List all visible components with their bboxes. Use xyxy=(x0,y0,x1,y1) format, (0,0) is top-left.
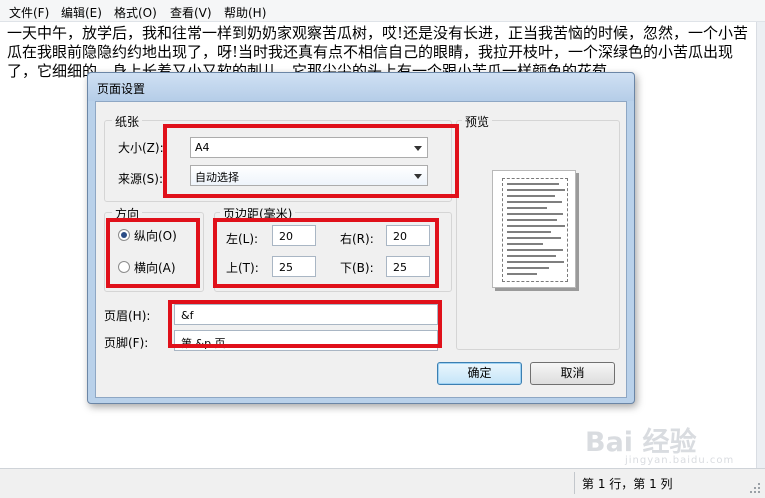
vertical-scrollbar[interactable] xyxy=(756,22,765,468)
resize-grip-icon[interactable] xyxy=(750,483,762,495)
header-footer-highlight-box xyxy=(168,300,442,348)
cursor-position: 第 1 行，第 1 列 xyxy=(582,477,673,491)
header-label: 页眉(H): xyxy=(104,309,151,323)
menu-view[interactable]: 查看(V) xyxy=(170,4,212,21)
menu-file[interactable]: 文件(F) xyxy=(9,4,49,21)
cancel-button[interactable]: 取消 xyxy=(530,362,615,385)
menu-help[interactable]: 帮助(H) xyxy=(224,4,266,21)
paper-source-label: 来源(S): xyxy=(118,172,164,186)
paper-legend: 纸张 xyxy=(112,113,143,130)
watermark-logo: Bai 经验 jingyan.baidu.com xyxy=(585,420,734,466)
footer-label: 页脚(F): xyxy=(104,336,149,350)
dialog-titlebar[interactable]: 页面设置 xyxy=(88,73,634,101)
margins-highlight-box xyxy=(213,218,439,288)
ok-button[interactable]: 确定 xyxy=(437,362,522,385)
status-divider xyxy=(574,472,575,494)
orientation-highlight-box xyxy=(106,218,200,288)
paper-size-label: 大小(Z): xyxy=(118,141,164,155)
menu-bar: 文件(F) 编辑(E) 格式(O) 查看(V) 帮助(H) xyxy=(0,0,765,22)
watermark-subtext: jingyan.baidu.com xyxy=(625,455,735,466)
preview-legend: 预览 xyxy=(462,113,493,130)
paper-highlight-box xyxy=(163,124,459,198)
watermark-text: Bai 经验 xyxy=(585,427,697,458)
menu-format[interactable]: 格式(O) xyxy=(114,4,157,21)
status-bar: 第 1 行，第 1 列 xyxy=(0,468,765,498)
dialog-title: 页面设置 xyxy=(97,82,146,96)
page-preview xyxy=(492,170,580,292)
preview-margin-outline xyxy=(502,178,568,282)
preview-paper xyxy=(492,170,576,288)
menu-edit[interactable]: 编辑(E) xyxy=(61,4,102,21)
